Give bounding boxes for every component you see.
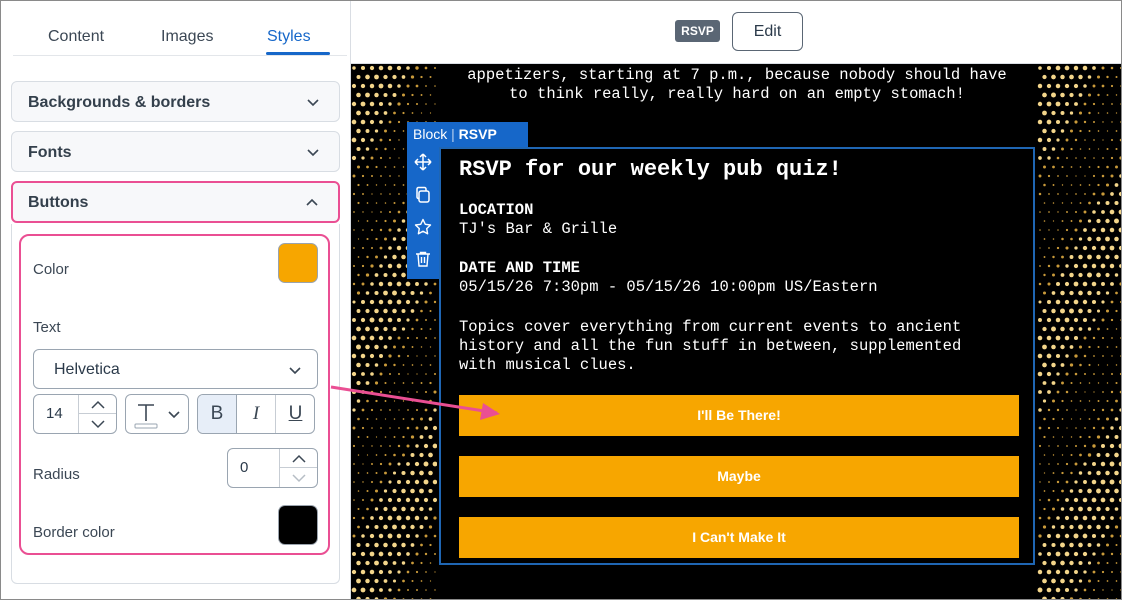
editor-window: Content Images Styles Backgrounds & bord… — [0, 0, 1122, 600]
location-section: LOCATION TJ's Bar & Grille — [459, 201, 617, 239]
intro-line: to think really, really hard on an empty… — [509, 85, 965, 103]
description: Topics cover everything from current eve… — [459, 318, 961, 375]
block-tag-name: RSVP — [458, 126, 497, 142]
radius-value: 0 — [240, 459, 249, 476]
accordion-label: Buttons — [28, 194, 89, 211]
accordion-label: Fonts — [28, 144, 72, 161]
datetime-value: 05/15/26 7:30pm - 05/15/26 10:00pm US/Ea… — [459, 278, 878, 296]
rsvp-maybe-button[interactable]: Maybe — [459, 456, 1019, 497]
chevron-down-icon — [307, 99, 319, 107]
trash-icon[interactable] — [414, 250, 432, 268]
active-tab-indicator — [266, 52, 330, 55]
increment-button[interactable] — [79, 395, 116, 414]
location-value: TJ's Bar & Grille — [459, 220, 618, 238]
font-size-value: 14 — [46, 405, 63, 422]
stepper-buttons — [78, 395, 116, 433]
stepper-buttons — [279, 449, 317, 487]
font-family-select[interactable]: Helvetica — [33, 349, 318, 389]
chevron-up-icon — [292, 454, 306, 463]
description-line: Topics cover everything from current eve… — [459, 318, 962, 336]
text-label: Text — [33, 319, 61, 336]
bold-button[interactable]: B — [198, 395, 237, 433]
rsvp-block[interactable]: RSVP for our weekly pub quiz! LOCATION T… — [439, 147, 1035, 565]
rsvp-title: RSVP for our weekly pub quiz! — [459, 157, 842, 182]
underline-button[interactable]: U — [276, 395, 314, 433]
text-color-icon — [134, 404, 180, 429]
chevron-down-icon — [307, 149, 319, 157]
radius-stepper[interactable]: 0 — [227, 448, 318, 488]
italic-button[interactable]: I — [237, 395, 276, 433]
border-color-swatch[interactable] — [278, 505, 318, 545]
radius-label: Radius — [33, 466, 80, 483]
copy-icon[interactable] — [414, 186, 432, 204]
datetime-section: DATE AND TIME 05/15/26 7:30pm - 05/15/26… — [459, 259, 878, 297]
chevron-down-icon — [91, 420, 105, 429]
accordion-label: Backgrounds & borders — [28, 94, 211, 111]
block-type-badge: RSVP — [675, 20, 720, 42]
block-tag-prefix: Block — [413, 126, 448, 142]
intro-line: appetizers, starting at 7 p.m., because … — [467, 66, 1007, 84]
chevron-up-icon — [306, 198, 318, 206]
dotted-background-right — [1037, 65, 1121, 599]
decrement-button[interactable] — [280, 468, 317, 487]
block-toolbar — [407, 147, 439, 279]
email-preview: appetizers, starting at 7 p.m., because … — [351, 64, 1121, 599]
panel-tabs: Content Images Styles — [13, 1, 347, 56]
location-heading: LOCATION — [459, 201, 534, 219]
edit-button[interactable]: Edit — [732, 12, 803, 51]
intro-text: appetizers, starting at 7 p.m., because … — [437, 66, 1037, 104]
rsvp-yes-button[interactable]: I'll Be There! — [459, 395, 1019, 436]
chevron-down-icon — [292, 474, 306, 483]
accordion-buttons[interactable]: Buttons — [11, 181, 340, 223]
chevron-down-icon — [289, 367, 301, 375]
tab-images[interactable]: Images — [161, 28, 213, 46]
styles-panel: Content Images Styles Backgrounds & bord… — [1, 1, 351, 599]
chevron-up-icon — [91, 400, 105, 409]
button-color-swatch[interactable] — [278, 243, 318, 283]
border-color-label: Border color — [33, 524, 115, 541]
font-size-stepper[interactable]: 14 — [33, 394, 117, 434]
text-style-group: B I U — [197, 394, 315, 434]
star-icon[interactable] — [414, 218, 432, 236]
accordion-fonts[interactable]: Fonts — [11, 131, 340, 172]
increment-button[interactable] — [280, 449, 317, 468]
color-label: Color — [33, 261, 69, 278]
datetime-heading: DATE AND TIME — [459, 259, 580, 277]
move-icon[interactable] — [414, 153, 432, 171]
block-tag: Block | RSVP — [407, 122, 528, 147]
font-family-value: Helvetica — [54, 361, 120, 378]
rsvp-no-button[interactable]: I Can't Make It — [459, 517, 1019, 558]
annotation-arrow-icon — [330, 385, 500, 420]
description-line: with musical clues. — [459, 356, 636, 374]
tab-styles[interactable]: Styles — [267, 28, 311, 46]
tab-content[interactable]: Content — [48, 28, 104, 46]
decrement-button[interactable] — [79, 414, 116, 433]
accordion-backgrounds-borders[interactable]: Backgrounds & borders — [11, 81, 340, 122]
description-line: history and all the fun stuff in between… — [459, 337, 962, 355]
preview-toolbar: RSVP Edit — [351, 1, 1121, 64]
text-color-picker[interactable] — [125, 394, 189, 434]
